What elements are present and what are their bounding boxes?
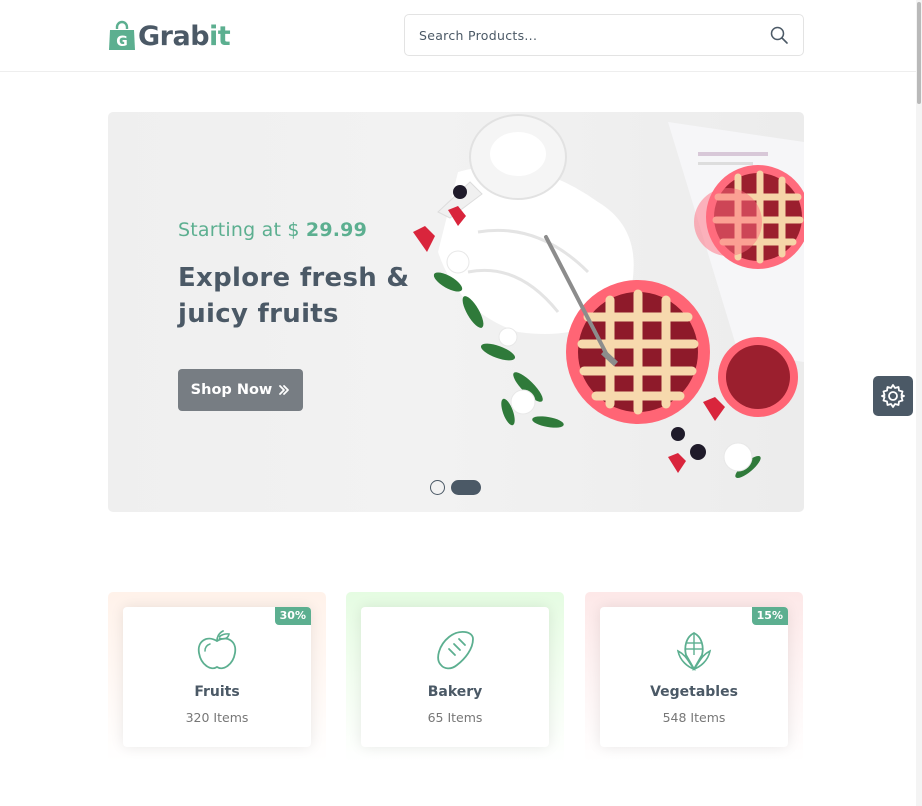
gear-icon (881, 384, 905, 408)
category-count: 65 Items (427, 710, 483, 725)
shop-now-button[interactable]: Shop Now (178, 369, 303, 411)
settings-button[interactable] (873, 376, 913, 416)
hero-subtitle-prefix: Starting at $ (178, 219, 300, 241)
logo-text: Grabit (138, 20, 231, 52)
category-card-bakery[interactable]: Bakery 65 Items (361, 607, 549, 747)
double-chevron-right-icon (279, 385, 290, 395)
logo-text-grab: Grab (138, 20, 210, 52)
hero-slider: Starting at $ 29.99 Explore fresh & juic… (108, 112, 804, 512)
slider-dot-1[interactable] (430, 480, 445, 495)
bread-icon (437, 631, 474, 670)
search-input[interactable] (419, 15, 749, 55)
slider-pagination (430, 480, 481, 495)
hero-title: Explore fresh & juicy fruits (178, 263, 410, 329)
category-card-fruits[interactable]: 30% Fruits 320 Items (123, 607, 311, 747)
hero-subtitle: Starting at $ 29.99 (178, 219, 367, 241)
logo-text-it: it (209, 20, 231, 52)
category-card-vegetables[interactable]: 15% Vegetables 548 Items (600, 607, 788, 747)
category-name: Fruits (194, 684, 240, 700)
category-count: 320 Items (185, 710, 249, 725)
apple-icon (197, 630, 237, 670)
logo[interactable]: G Grabit (108, 16, 231, 56)
corn-icon (676, 631, 712, 671)
hero-image-pies-and-berries (413, 114, 804, 478)
scrollbar-thumb[interactable] (917, 2, 921, 104)
header: G Grabit (0, 0, 922, 72)
slider-dot-2[interactable] (451, 480, 481, 495)
scrollbar-track[interactable] (916, 0, 922, 806)
svg-text:G: G (116, 34, 128, 50)
shop-now-label: Shop Now (190, 382, 273, 398)
discount-badge: 15% (751, 607, 788, 625)
search-icon[interactable] (769, 25, 789, 45)
category-name: Bakery (427, 684, 483, 700)
category-count: 548 Items (662, 710, 726, 725)
category-name: Vegetables (650, 684, 738, 700)
discount-badge: 30% (274, 607, 311, 625)
hero-price: 29.99 (305, 219, 368, 241)
search-bar (404, 14, 804, 56)
shopping-bag-icon: G (109, 20, 135, 50)
